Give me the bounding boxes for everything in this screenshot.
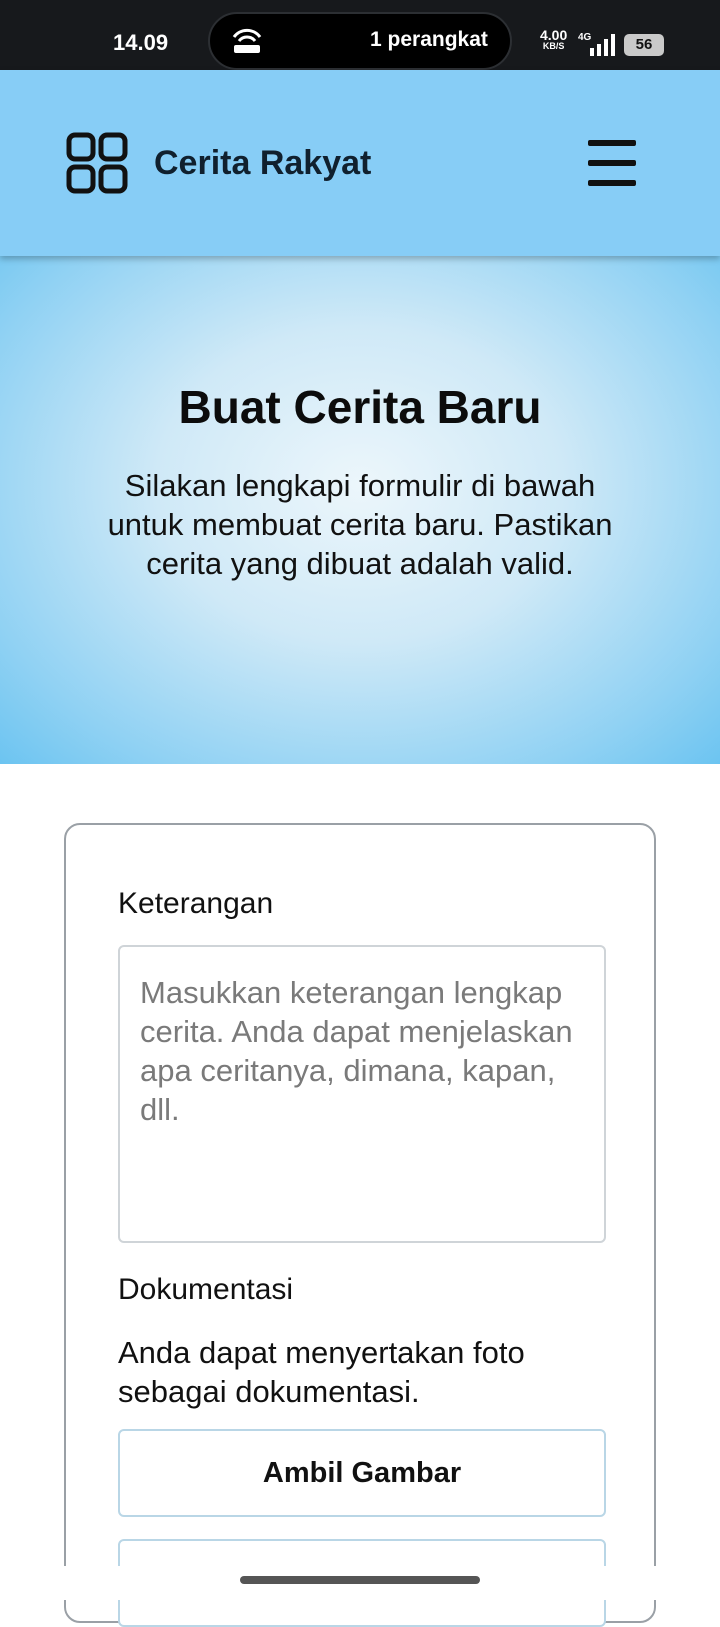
story-form: Keterangan Dokumentasi Anda dapat menyer… bbox=[64, 823, 656, 1627]
home-indicator[interactable] bbox=[240, 1576, 480, 1584]
dokumentasi-description: Anda dapat menyertakan foto sebagai doku… bbox=[118, 1335, 525, 1409]
status-bar: 14.09 1 perangkat 4.00 KB/S 4G 56 bbox=[0, 0, 720, 70]
battery-icon: 56 bbox=[624, 34, 664, 56]
page-description: Silakan lengkapi formulir di bawah untuk… bbox=[107, 468, 613, 581]
keterangan-textarea[interactable] bbox=[118, 945, 606, 1243]
page-title: Buat Cerita Baru bbox=[178, 381, 542, 433]
signal-icon bbox=[590, 34, 615, 56]
status-time: 14.09 bbox=[113, 30, 169, 55]
keterangan-label: Keterangan bbox=[118, 887, 274, 920]
battery-level: 56 bbox=[635, 36, 653, 53]
take-photo-button[interactable]: Ambil Gambar bbox=[118, 1429, 606, 1517]
app-header: Cerita Rakyat bbox=[0, 70, 720, 256]
hotspot-icon bbox=[232, 28, 262, 53]
hotspot-pill[interactable]: 1 perangkat bbox=[208, 12, 512, 70]
grid-logo-icon bbox=[66, 132, 128, 194]
network-speed-unit: KB/S bbox=[542, 41, 565, 51]
hamburger-menu-icon[interactable] bbox=[588, 140, 636, 186]
hotspot-device-count: 1 perangkat bbox=[370, 28, 488, 51]
dokumentasi-label: Dokumentasi bbox=[118, 1273, 294, 1306]
hero-section: Buat Cerita Baru Silakan lengkapi formul… bbox=[0, 256, 720, 764]
app-title[interactable]: Cerita Rakyat bbox=[154, 144, 371, 183]
network-speed: 4.00 KB/S bbox=[540, 28, 567, 52]
